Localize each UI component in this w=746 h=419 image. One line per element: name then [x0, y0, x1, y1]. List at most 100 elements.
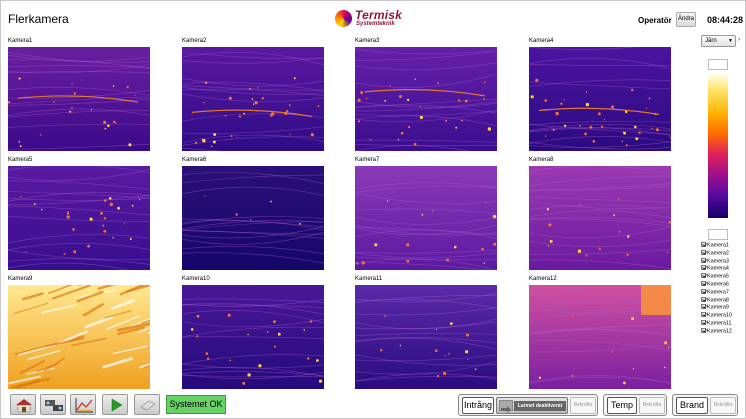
- home-button[interactable]: [10, 394, 36, 415]
- chart-icon: [75, 398, 93, 413]
- checkbox-label: Kamera10: [707, 312, 732, 319]
- checkbox[interactable]: [701, 304, 706, 310]
- camera-checkbox-item[interactable]: Kamera6: [701, 280, 737, 289]
- checkbox[interactable]: [701, 327, 706, 333]
- chevron-right-icon[interactable]: ›: [738, 37, 740, 43]
- camera-label: Kamera7: [355, 157, 380, 163]
- camera-checkbox-item[interactable]: Kamera3: [701, 257, 737, 266]
- camera-checklist: Kamera1 Kamera2 Kamera3 Kamera4 Kamera5 Kamer…: [701, 242, 737, 336]
- checkbox-label: Kamera11: [707, 320, 732, 327]
- fire-alarm-button[interactable]: Brand: [676, 397, 708, 414]
- thermal-image[interactable]: [182, 285, 324, 389]
- checkbox-label: Kamera9: [707, 304, 729, 311]
- arm-toggle[interactable]: Larmet deaktiverat: [496, 397, 568, 414]
- camera-label: Kamera1: [8, 38, 33, 44]
- checkbox[interactable]: [701, 280, 706, 286]
- checkbox[interactable]: [701, 273, 706, 279]
- temp-alarm-group: Temp Bekräfta: [603, 394, 667, 416]
- camera-label: Kamera9: [8, 276, 33, 282]
- cameras-button[interactable]: [40, 394, 66, 415]
- palette-select-value: Järn: [705, 38, 717, 44]
- eraser-icon: [140, 400, 156, 411]
- thermal-image[interactable]: [529, 285, 671, 389]
- intrusion-ack-button[interactable]: Bekräfta: [570, 397, 596, 414]
- checkbox[interactable]: [701, 319, 706, 325]
- thermal-image[interactable]: [182, 166, 324, 270]
- page-title: Flerkamera: [8, 12, 69, 26]
- company-logo: Termisk Systemteknik: [335, 8, 415, 31]
- camera-checkbox-item[interactable]: Kamera9: [701, 304, 737, 312]
- camera-checkbox-item[interactable]: Kamera10: [701, 312, 737, 320]
- camera-checkbox-item[interactable]: Kamera2: [701, 249, 737, 258]
- camera-checkbox-item[interactable]: Kamera12: [701, 327, 737, 336]
- app-window: Flerkamera Termisk Systemteknik Operatör…: [0, 0, 746, 419]
- camera-label: Kamera12: [529, 276, 557, 282]
- thermal-image[interactable]: [355, 285, 497, 389]
- disarmed-label: Larmet deaktiverat: [514, 401, 566, 411]
- thermal-image[interactable]: [8, 166, 150, 270]
- intrusion-alarm-group: Intrång Larmet deaktiverat Bekräfta: [458, 394, 598, 416]
- temp-alarm-button[interactable]: Temp: [607, 397, 637, 414]
- logo-icon: [335, 10, 352, 27]
- thermal-image[interactable]: [182, 47, 324, 151]
- thermal-image[interactable]: [529, 166, 671, 270]
- camera-label: Kamera6: [182, 157, 207, 163]
- fire-ack-button[interactable]: Bekräfta: [710, 397, 736, 414]
- logo-text: Termisk: [355, 8, 402, 22]
- checkbox[interactable]: [701, 242, 706, 247]
- thermal-image[interactable]: [8, 285, 150, 389]
- checkbox-label: Kamera7: [707, 289, 729, 296]
- clock: 08:44:28: [707, 15, 744, 25]
- checkbox-label: Kamera2: [707, 250, 729, 257]
- arrow-right-icon: [499, 400, 513, 413]
- checkbox[interactable]: [701, 296, 706, 302]
- camera-checkbox-item[interactable]: Kamera7: [701, 288, 737, 297]
- camera-label: Kamera5: [8, 157, 33, 163]
- camera-checkbox-item[interactable]: Kamera11: [701, 319, 737, 328]
- checkbox[interactable]: [701, 288, 706, 294]
- eraser-button[interactable]: [134, 394, 160, 415]
- checkbox-label: Kamera4: [707, 265, 729, 272]
- camera-checkbox-item[interactable]: Kamera1: [701, 242, 737, 250]
- checkbox[interactable]: [701, 265, 706, 271]
- play-icon: [111, 398, 123, 412]
- change-operator-button[interactable]: Ändra: [676, 12, 696, 27]
- checkbox[interactable]: [701, 257, 706, 263]
- camera-checkbox-item[interactable]: Kamera8: [701, 296, 737, 305]
- checkbox-label: Kamera12: [707, 328, 732, 335]
- fire-alarm-group: Brand Bekräfta: [672, 394, 738, 416]
- checkbox-label: Kamera3: [707, 258, 729, 265]
- thermal-image[interactable]: [8, 47, 150, 151]
- camera-label: Kamera10: [182, 276, 210, 282]
- intrusion-alarm-button[interactable]: Intrång: [462, 397, 494, 414]
- play-button[interactable]: [102, 394, 128, 415]
- system-status: Systemet OK: [166, 395, 226, 414]
- checkbox[interactable]: [701, 312, 706, 318]
- color-scale: [708, 73, 728, 218]
- checkbox-label: Kamera8: [707, 297, 729, 304]
- house-icon: [16, 399, 32, 413]
- checkbox-label: Kamera5: [707, 273, 729, 280]
- scale-max-field[interactable]: [708, 59, 728, 70]
- camera-label: Kamera11: [355, 276, 383, 282]
- logo-subtext: Systemteknik: [356, 21, 395, 27]
- camera-checkbox-item[interactable]: Kamera4: [701, 265, 737, 273]
- checkbox[interactable]: [701, 249, 706, 255]
- temp-ack-button[interactable]: Bekräfta: [639, 397, 665, 414]
- checkbox-label: Kamera6: [707, 281, 729, 288]
- camera-checkbox-item[interactable]: Kamera5: [701, 273, 737, 281]
- camera-label: Kamera4: [529, 38, 554, 44]
- checkbox-label: Kamera1: [707, 242, 729, 249]
- camera-icon: [45, 400, 63, 411]
- thermal-image[interactable]: [355, 47, 497, 151]
- camera-label: Kamera8: [529, 157, 554, 163]
- operator-label: Operatör: [638, 16, 672, 25]
- chevron-down-icon: ▼: [728, 38, 733, 44]
- camera-label: Kamera2: [182, 38, 207, 44]
- thermal-image[interactable]: [355, 166, 497, 270]
- palette-select[interactable]: Järn ▼: [701, 35, 736, 47]
- scale-min-field[interactable]: [708, 229, 728, 240]
- chart-button[interactable]: [70, 394, 96, 415]
- camera-label: Kamera3: [355, 38, 380, 44]
- thermal-image[interactable]: [529, 47, 671, 151]
